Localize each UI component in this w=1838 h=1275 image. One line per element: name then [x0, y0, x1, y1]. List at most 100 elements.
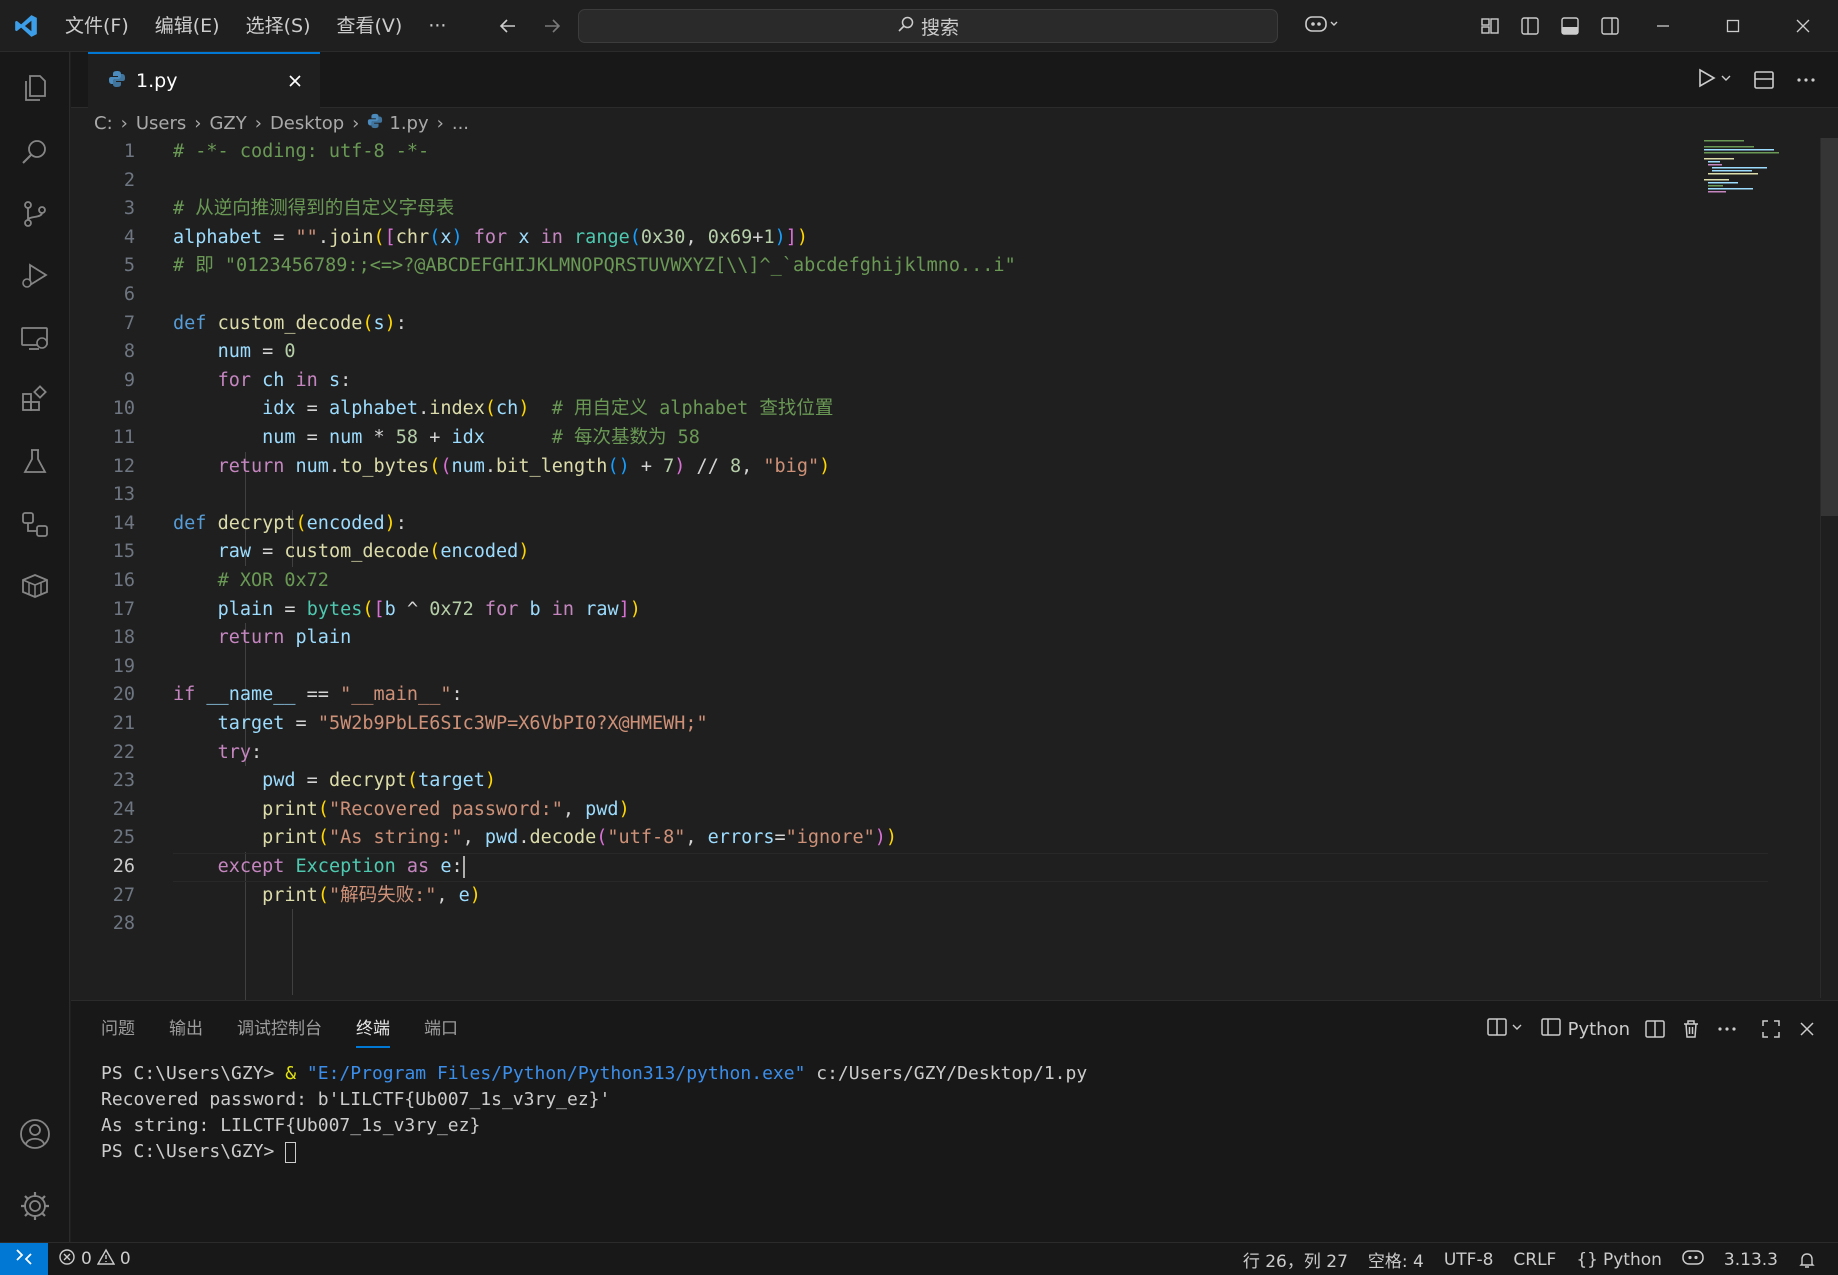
- tab-debug-console[interactable]: 调试控制台: [237, 1001, 322, 1057]
- scrollbar-thumb[interactable]: [1821, 138, 1838, 516]
- source-control-icon[interactable]: [0, 184, 70, 244]
- accounts-icon[interactable]: [0, 1104, 70, 1164]
- menu-selection[interactable]: 选择(S): [233, 8, 324, 44]
- editor-scrollbar[interactable]: [1820, 138, 1838, 998]
- error-count: 0: [81, 1249, 92, 1269]
- terminal-instance-python[interactable]: Python: [1540, 1011, 1630, 1047]
- command-center-search[interactable]: 搜索: [578, 9, 1278, 43]
- back-arrow-icon[interactable]: [490, 8, 526, 44]
- split-terminal-icon: [1486, 1016, 1526, 1043]
- explorer-icon[interactable]: [0, 58, 70, 118]
- line-number: 21: [112, 713, 135, 734]
- close-tab-icon[interactable]: [282, 68, 308, 94]
- terminal-cursor: [285, 1141, 297, 1163]
- close-panel-icon[interactable]: [1796, 1011, 1818, 1047]
- more-actions-icon[interactable]: [1790, 62, 1822, 98]
- encoding[interactable]: UTF-8: [1434, 1243, 1504, 1275]
- code-line: 28: [71, 910, 1701, 939]
- close-window-icon[interactable]: [1768, 0, 1838, 52]
- copilot-icon: [1304, 12, 1340, 40]
- chevron-right-icon: ›: [436, 112, 444, 134]
- code-line: 27 print("解码失败:", e): [71, 882, 1701, 911]
- code-text: return plain: [217, 627, 352, 649]
- tab-output[interactable]: 输出: [169, 1001, 203, 1057]
- search-view-icon[interactable]: [0, 122, 70, 182]
- language-label: Python: [1602, 1249, 1662, 1270]
- tab-terminal[interactable]: 终端: [356, 1010, 390, 1048]
- problems-indicator[interactable]: 0 0: [48, 1243, 141, 1275]
- end-of-line[interactable]: CRLF: [1503, 1243, 1566, 1275]
- terminal-output[interactable]: PS C:\Users\GZY> & "E:/Program Files/Pyt…: [101, 1061, 1087, 1165]
- line-number: 18: [112, 627, 135, 649]
- terminal-command-path: "E:/Program Files/Python/Python313/pytho…: [306, 1063, 806, 1084]
- trash-icon[interactable]: [1680, 1011, 1702, 1047]
- chevron-right-icon: ›: [254, 112, 262, 134]
- menu-edit[interactable]: 编辑(E): [142, 8, 233, 44]
- code-line: 19: [71, 653, 1701, 682]
- copilot-status[interactable]: [1672, 1243, 1714, 1275]
- breadcrumb-item[interactable]: Desktop: [270, 113, 344, 134]
- line-number: 24: [112, 798, 135, 820]
- settings-gear-icon[interactable]: [0, 1176, 70, 1236]
- tab-ports[interactable]: 端口: [424, 1001, 458, 1057]
- code-line: 6: [71, 281, 1701, 310]
- python-interpreter[interactable]: 3.13.3: [1714, 1243, 1788, 1275]
- code-line: 1 # -*- coding: utf-8 -*-: [71, 138, 1701, 167]
- forward-arrow-icon[interactable]: [534, 8, 570, 44]
- breadcrumb-item[interactable]: 1.py: [389, 113, 428, 134]
- run-debug-icon[interactable]: [0, 246, 70, 306]
- breadcrumb-item[interactable]: C:: [94, 113, 113, 134]
- testing-icon[interactable]: [0, 432, 70, 492]
- maximize-icon[interactable]: [1698, 0, 1768, 52]
- code-text: plain = bytes([b ^ 0x72 for b in raw]): [217, 598, 641, 620]
- maximize-panel-icon[interactable]: [1760, 1011, 1782, 1047]
- language-mode[interactable]: {} Python: [1566, 1243, 1672, 1275]
- code-editor[interactable]: 1 # -*- coding: utf-8 -*- 2 3 # 从逆向推测得到的自定义字…: [71, 138, 1768, 1052]
- more-actions-icon[interactable]: [1716, 1011, 1738, 1047]
- breadcrumb-item[interactable]: Users: [136, 113, 186, 134]
- terminal-layout-icon: [1540, 1016, 1562, 1043]
- remote-indicator[interactable]: [0, 1242, 48, 1275]
- containers-icon[interactable]: [0, 556, 70, 616]
- tab-problems[interactable]: 问题: [101, 1001, 135, 1057]
- terminal-operator: &: [285, 1063, 307, 1084]
- line-number: 17: [112, 598, 135, 620]
- toggle-secondary-sidebar-icon[interactable]: [1592, 8, 1628, 44]
- menu-view[interactable]: 查看(V): [324, 8, 416, 44]
- code-text: if __name__ == "__main__":: [173, 684, 463, 706]
- line-number: 2: [123, 169, 135, 191]
- cursor-position[interactable]: 行 26，列 27: [1233, 1243, 1358, 1275]
- warning-icon: [96, 1248, 116, 1271]
- toggle-primary-sidebar-icon[interactable]: [1512, 8, 1548, 44]
- code-text: # 即 "0123456789:;<=>?@ABCDEFGHIJKLMNOPQR…: [173, 255, 1016, 277]
- customize-layout-icon[interactable]: [1472, 8, 1508, 44]
- code-line: 5 # 即 "0123456789:;<=>?@ABCDEFGHIJKLMNOPQ…: [71, 252, 1701, 281]
- code-line: 7 def custom_decode(s):: [71, 310, 1701, 339]
- new-terminal-dropdown[interactable]: [1486, 1011, 1526, 1047]
- tab-1-py[interactable]: 1.py: [88, 52, 320, 108]
- code-text: raw = custom_decode(encoded): [217, 541, 530, 563]
- indentation[interactable]: 空格: 4: [1358, 1243, 1434, 1275]
- breadcrumb-item[interactable]: GZY: [209, 113, 246, 134]
- breadcrumb-item[interactable]: ...: [452, 113, 469, 134]
- split-terminal-icon[interactable]: [1644, 1011, 1666, 1047]
- minimize-icon[interactable]: [1628, 0, 1698, 52]
- github-actions-icon[interactable]: [0, 494, 70, 554]
- run-python-file-button[interactable]: [1694, 62, 1738, 98]
- breadcrumb: C: › Users › GZY › Desktop › 1.py › ...: [94, 108, 469, 138]
- code-text: try:: [217, 741, 263, 763]
- extensions-icon[interactable]: [0, 370, 70, 430]
- remote-icon: [14, 1247, 34, 1272]
- minimap[interactable]: [1700, 138, 1820, 198]
- menu-file[interactable]: 文件(F): [52, 8, 142, 44]
- code-text: # -*- coding: utf-8 -*-: [173, 141, 430, 162]
- split-editor-icon[interactable]: [1748, 62, 1780, 98]
- code-line: 22 try:: [71, 739, 1701, 768]
- toggle-panel-icon[interactable]: [1552, 8, 1588, 44]
- code-text: print("As string:", pwd.decode("utf-8", …: [262, 827, 898, 849]
- menu-more[interactable]: ···: [415, 8, 459, 44]
- copilot-menu-button[interactable]: [1298, 10, 1346, 42]
- notifications-bell-icon[interactable]: [1788, 1243, 1826, 1275]
- remote-explorer-icon[interactable]: [0, 308, 70, 368]
- code-text: alphabet = "".join([chr(x) for x in rang…: [173, 226, 808, 248]
